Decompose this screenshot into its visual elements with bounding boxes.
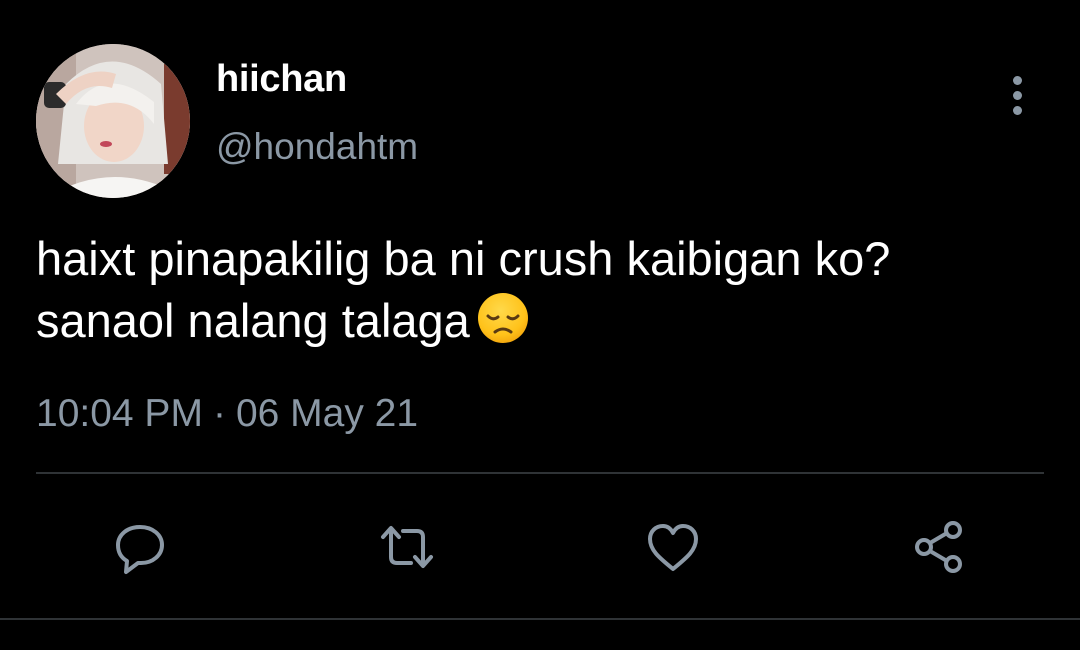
tweet-text-line: haixt pinapakilig ba ni crush kaibigan k… xyxy=(36,232,891,285)
tweet-text-line-2: sanaol nalang talaga xyxy=(36,290,1046,360)
author-handle[interactable]: @hondahtm xyxy=(216,126,418,168)
share-button[interactable] xyxy=(904,512,974,582)
retweet-button[interactable] xyxy=(372,512,442,582)
retweet-icon xyxy=(381,526,433,568)
more-dot-icon xyxy=(1012,105,1022,115)
disappointed-face-emoji-icon xyxy=(476,291,530,360)
action-bar xyxy=(0,512,1080,582)
tweet-text: haixt pinapakilig ba ni crush kaibigan k… xyxy=(36,228,1046,360)
divider xyxy=(0,618,1080,620)
tweet-time: 10:04 PM xyxy=(36,392,203,435)
tweet-date: 06 May 21 xyxy=(235,392,419,435)
share-icon xyxy=(915,521,962,573)
like-button[interactable] xyxy=(638,512,708,582)
tweet-detail: hiichan @hondahtm haixt pinapakilig ba n… xyxy=(0,0,1080,650)
heart-icon xyxy=(648,524,698,571)
avatar-photo xyxy=(36,44,190,198)
more-options-button[interactable] xyxy=(994,70,1040,120)
tweet-timestamp[interactable]: 10:04 PM · 06 May 21 xyxy=(36,392,418,436)
meta-separator: · xyxy=(212,392,226,435)
tweet-text-line: sanaol nalang talaga xyxy=(36,294,470,347)
reply-button[interactable] xyxy=(105,512,175,582)
reply-icon xyxy=(116,525,164,574)
more-dot-icon xyxy=(1012,90,1022,100)
avatar[interactable] xyxy=(36,44,190,198)
more-dot-icon xyxy=(1012,75,1022,85)
author-display-name[interactable]: hiichan xyxy=(216,58,347,101)
divider xyxy=(36,472,1044,474)
